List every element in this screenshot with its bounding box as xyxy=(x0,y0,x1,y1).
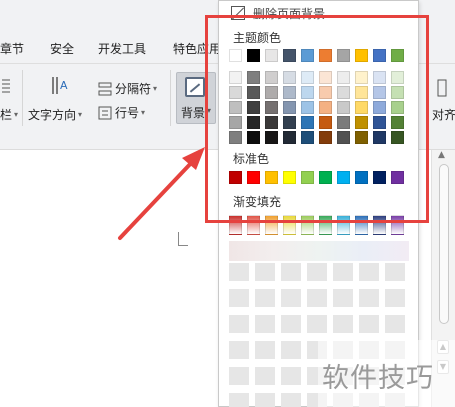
watermark-text: 软件技巧 xyxy=(322,363,434,394)
background-icon xyxy=(185,77,205,97)
chevron-down-icon: ▾ xyxy=(14,110,19,119)
line-number-label: 行号 xyxy=(115,106,140,120)
texture-fill-swatch[interactable] xyxy=(281,289,301,307)
chevron-down-icon: ▾ xyxy=(141,108,146,117)
tab-developer-tools[interactable]: 开发工具 xyxy=(98,40,146,57)
text-direction-icon[interactable]: A xyxy=(50,74,72,98)
columns-button[interactable]: 栏 ▾ xyxy=(0,106,18,123)
texture-fill-swatch[interactable] xyxy=(385,315,405,333)
texture-fill-swatch[interactable] xyxy=(281,393,301,407)
texture-fill-swatch[interactable] xyxy=(229,367,249,385)
scroll-up-icon[interactable]: ▲ xyxy=(438,150,445,160)
texture-fill-swatch[interactable] xyxy=(333,289,353,307)
text-direction-button[interactable]: 文字方向 ▾ xyxy=(28,106,82,123)
page-margin-marker xyxy=(178,232,188,246)
columns-label: 栏 xyxy=(0,108,13,122)
chevron-down-icon: ▾ xyxy=(78,110,83,119)
texture-fill-swatch[interactable] xyxy=(255,367,275,385)
line-number-icon xyxy=(98,106,112,119)
gradient-more-row xyxy=(229,241,409,261)
line-number-button[interactable]: 行号 ▾ xyxy=(97,104,145,121)
texture-fill-swatch[interactable] xyxy=(385,289,405,307)
columns-icon[interactable] xyxy=(0,78,12,96)
tab-security[interactable]: 安全 xyxy=(50,40,74,57)
chevron-down-icon: ▾ xyxy=(153,84,158,93)
texture-fill-swatch[interactable] xyxy=(255,393,275,407)
separator-button[interactable]: 分隔符 ▾ xyxy=(97,80,157,97)
texture-fill-swatch[interactable] xyxy=(281,367,301,385)
separator-label: 分隔符 xyxy=(115,82,152,96)
texture-fill-swatch[interactable] xyxy=(359,263,379,281)
align-button[interactable]: 对齐 xyxy=(432,106,455,123)
texture-fill-swatch[interactable] xyxy=(281,341,301,359)
texture-fill-swatch[interactable] xyxy=(307,263,327,281)
texture-fill-swatch[interactable] xyxy=(255,289,275,307)
texture-fill-swatch[interactable] xyxy=(359,315,379,333)
texture-fill-swatch[interactable] xyxy=(385,263,405,281)
text-direction-label: 文字方向 xyxy=(28,108,77,122)
texture-fill-swatch[interactable] xyxy=(333,263,353,281)
texture-fill-swatch[interactable] xyxy=(229,315,249,333)
texture-fill-swatch[interactable] xyxy=(359,289,379,307)
texture-fill-swatch[interactable] xyxy=(255,341,275,359)
align-icon[interactable] xyxy=(436,78,450,100)
texture-fill-swatch[interactable] xyxy=(307,289,327,307)
texture-fill-swatch[interactable] xyxy=(281,315,301,333)
align-label: 对齐 xyxy=(432,108,455,122)
texture-fill-swatch[interactable] xyxy=(229,289,249,307)
ribbon-separator xyxy=(22,70,23,126)
svg-text:A: A xyxy=(60,79,68,92)
background-label: 背景 xyxy=(181,106,206,120)
texture-fill-swatch[interactable] xyxy=(229,393,249,407)
texture-fill-swatch[interactable] xyxy=(229,263,249,281)
ribbon-separator xyxy=(170,70,171,126)
scrollbar-thumb[interactable] xyxy=(439,164,449,324)
texture-fill-swatch[interactable] xyxy=(307,315,327,333)
texture-fill-swatch[interactable] xyxy=(255,315,275,333)
tab-chapter[interactable]: 章节 xyxy=(0,40,24,57)
texture-fill-swatch[interactable] xyxy=(255,263,275,281)
texture-fill-swatch[interactable] xyxy=(333,315,353,333)
separator-icon xyxy=(98,82,112,95)
texture-fill-swatch[interactable] xyxy=(281,263,301,281)
texture-fill-swatch[interactable] xyxy=(229,341,249,359)
highlight-box xyxy=(205,15,429,223)
